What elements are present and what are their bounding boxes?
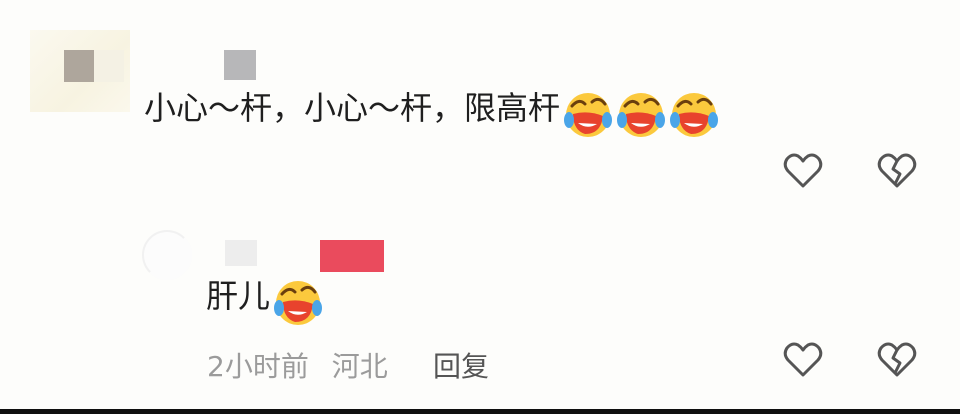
laughing-crying-emoji-icon: [564, 92, 613, 137]
reply-body: 肝儿: [206, 276, 323, 328]
comment-text: 小心～杆，小心～杆，限高杆: [144, 89, 561, 127]
laughing-crying-emoji-icon: [274, 280, 323, 325]
avatar-pixelated-image: [94, 50, 124, 82]
reply-username-redacted[interactable]: [225, 240, 257, 266]
reply-avatar[interactable]: [142, 230, 192, 280]
reply-location: 河北: [331, 350, 388, 383]
laughing-crying-emoji-icon: [617, 92, 666, 137]
reply-button[interactable]: 回复: [433, 345, 489, 385]
comment-body: 小心～杆，小心～杆，限高杆: [144, 88, 719, 140]
user-badge-redacted: [320, 240, 384, 272]
like-heart-icon[interactable]: [783, 152, 823, 190]
dislike-broken-heart-icon[interactable]: [877, 341, 917, 379]
reply-text: 肝儿: [206, 277, 271, 315]
avatar[interactable]: [30, 30, 130, 112]
like-heart-icon[interactable]: [783, 341, 823, 379]
reply-meta: 2小时前 河北: [207, 345, 388, 385]
laughing-crying-emoji-icon: [670, 92, 719, 137]
avatar-pixelated-image: [64, 50, 94, 82]
bottom-border: [0, 409, 960, 414]
reply-time: 2小时前: [207, 350, 309, 383]
username-redacted[interactable]: [224, 50, 256, 80]
dislike-broken-heart-icon[interactable]: [877, 152, 917, 190]
